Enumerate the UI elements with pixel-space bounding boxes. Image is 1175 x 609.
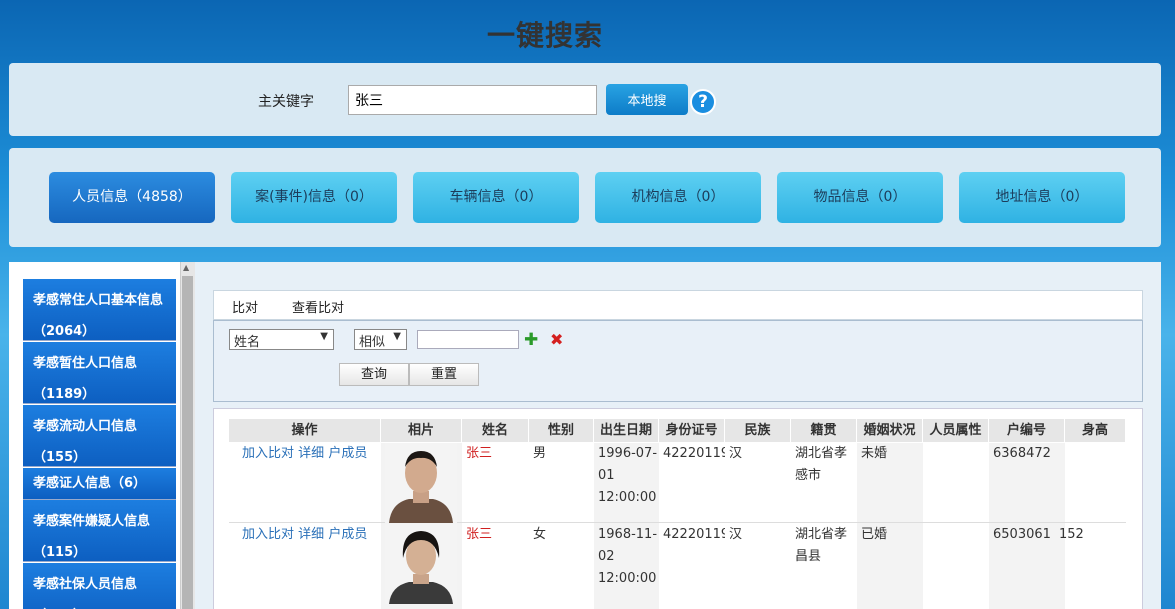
column-header: 户编号: [989, 419, 1065, 442]
person-photo: [385, 524, 457, 604]
marital-cell: 已婚: [861, 527, 888, 542]
sidebar-scroll-thumb[interactable]: [182, 276, 193, 609]
sidebar-item-temporary[interactable]: 孝感暂住人口信息 （1189）: [23, 342, 176, 404]
help-icon[interactable]: ?: [690, 89, 716, 115]
birth-date-cell: 1996-07- 01 12:00:00: [598, 446, 658, 505]
sidebar-item-witness[interactable]: 孝感证人信息（6）: [23, 468, 176, 500]
column-header: 操作: [229, 419, 381, 442]
detail-link[interactable]: 详细: [298, 527, 324, 542]
column-header: 民族: [725, 419, 791, 442]
column-header: 身份证号: [659, 419, 725, 442]
sidebar-item-label: 孝感案件嫌疑人信息: [33, 514, 151, 529]
compare-button[interactable]: 比对: [232, 297, 258, 316]
add-condition-icon[interactable]: ✚: [524, 332, 538, 349]
match-mode-select[interactable]: 相似 ▼: [354, 329, 407, 350]
household-members-link[interactable]: 户成员: [328, 527, 367, 542]
query-button[interactable]: 查询: [339, 363, 409, 386]
ethnic-cell: 汉: [729, 446, 743, 461]
column-header: 相片: [381, 419, 462, 442]
local-search-button[interactable]: 本地搜: [606, 84, 688, 115]
sidebar-item-resident[interactable]: 孝感常住人口基本信息 （2064）: [23, 279, 176, 341]
keyword-input[interactable]: [348, 85, 597, 115]
sidebar-item-suspect[interactable]: 孝感案件嫌疑人信息 （115）: [23, 500, 176, 562]
sex-cell: 男: [533, 446, 547, 461]
sidebar-item-label: 孝感常住人口基本信息: [33, 293, 164, 308]
field-select[interactable]: 姓名 ▼: [229, 329, 334, 350]
sidebar-item-count: （174）: [33, 600, 166, 609]
household-number-cell: 6503061: [993, 527, 1051, 542]
household-number-cell: 6368472: [993, 446, 1051, 461]
id-number-cell: 42220119: [663, 527, 725, 542]
filter-panel: [213, 320, 1143, 402]
tab-case-info[interactable]: 案(事件)信息（0）: [231, 172, 397, 223]
add-compare-link[interactable]: 加入比对: [242, 527, 294, 542]
id-number-cell: 42220119: [663, 446, 725, 461]
person-photo: [385, 443, 457, 523]
column-header: 人员属性: [923, 419, 989, 442]
tab-person-info[interactable]: 人员信息（4858）: [49, 172, 215, 223]
reset-button[interactable]: 重置: [409, 363, 479, 386]
origin-cell: 湖北省孝 昌县: [795, 527, 848, 564]
height-cell: 152: [1059, 527, 1084, 542]
dropdown-arrow-icon: ▼: [320, 331, 328, 342]
birth-date-cell: 1968-11- 02 12:00:00: [598, 527, 658, 586]
tab-vehicle-info[interactable]: 车辆信息（0）: [413, 172, 579, 223]
column-header: 出生日期: [594, 419, 659, 442]
match-mode-value: 相似: [359, 335, 386, 350]
view-compare-button[interactable]: 查看比对: [292, 297, 344, 316]
column-header: 身高: [1065, 419, 1126, 442]
dropdown-arrow-icon: ▼: [393, 331, 401, 342]
column-header: 姓名: [462, 419, 529, 442]
table-row-actions: 加入比对 详细 户成员: [238, 524, 371, 546]
tab-org-info[interactable]: 机构信息（0）: [595, 172, 761, 223]
table-row-actions: 加入比对 详细 户成员: [238, 443, 371, 465]
remove-condition-icon[interactable]: ✖: [550, 332, 563, 348]
page-title: 一键搜索: [486, 19, 603, 52]
name-cell: 张三: [466, 446, 493, 461]
sidebar-item-social-security[interactable]: 孝感社保人员信息 （174）: [23, 563, 176, 609]
sidebar-item-label: 孝感社保人员信息: [33, 577, 138, 592]
sex-cell: 女: [533, 527, 547, 542]
filter-value-input[interactable]: [417, 330, 519, 349]
toolbar: [213, 290, 1143, 320]
ethnic-cell: 汉: [729, 527, 743, 542]
scroll-up-arrow-icon[interactable]: ▲: [183, 263, 189, 272]
detail-link[interactable]: 详细: [298, 446, 324, 461]
tab-item-info[interactable]: 物品信息（0）: [777, 172, 943, 223]
column-header: 婚姻状况: [857, 419, 923, 442]
field-select-value: 姓名: [234, 335, 261, 350]
sidebar-item-floating[interactable]: 孝感流动人口信息 （155）: [23, 405, 176, 467]
name-cell: 张三: [466, 527, 493, 542]
sidebar-item-label: 孝感证人信息（6）: [33, 476, 147, 491]
column-header: 籍贯: [791, 419, 857, 442]
household-members-link[interactable]: 户成员: [328, 446, 367, 461]
sidebar-item-label: 孝感流动人口信息: [33, 419, 138, 434]
add-compare-link[interactable]: 加入比对: [242, 446, 294, 461]
tab-address-info[interactable]: 地址信息（0）: [959, 172, 1125, 223]
keyword-label: 主关键字: [258, 94, 314, 110]
sidebar-item-label: 孝感暂住人口信息: [33, 356, 138, 371]
origin-cell: 湖北省孝 感市: [795, 446, 848, 483]
marital-cell: 未婚: [861, 446, 888, 461]
column-header: 性别: [529, 419, 594, 442]
